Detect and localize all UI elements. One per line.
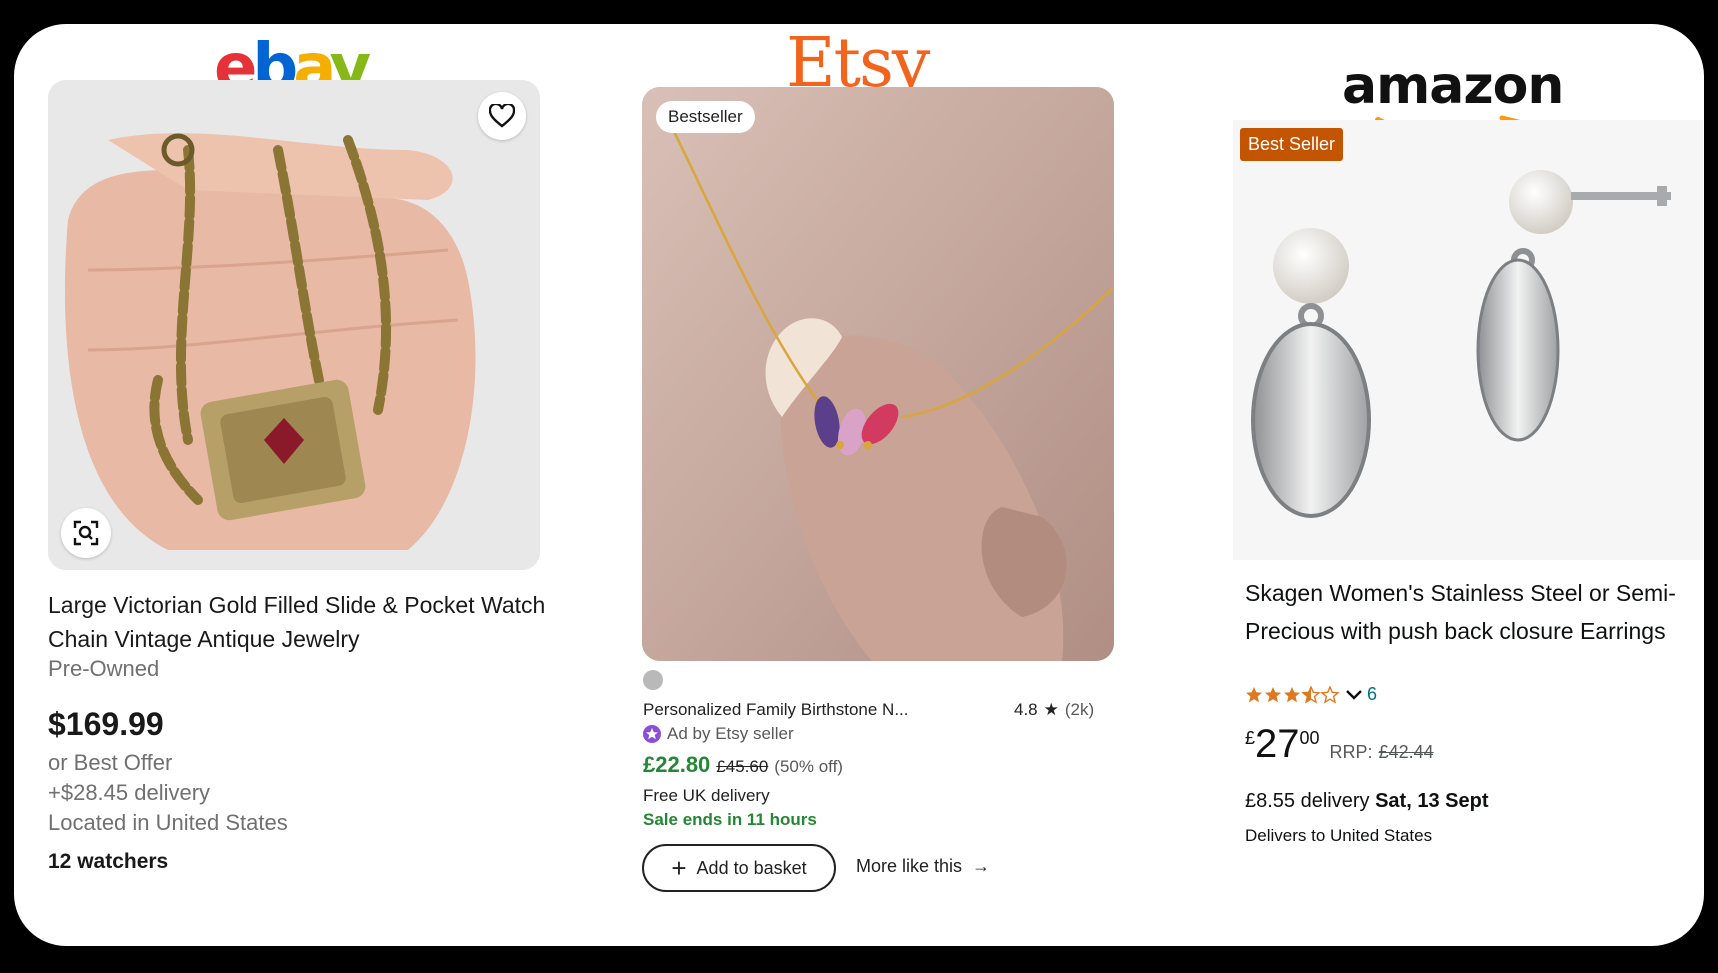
ad-label: Ad by Etsy seller — [643, 724, 794, 744]
comparison-panel: ebay Large Victorian Gold Filled Slide &… — [14, 24, 1704, 946]
visual-search-button[interactable] — [61, 508, 111, 558]
star-seller-badge-icon — [643, 725, 661, 743]
add-to-basket-button[interactable]: + Add to basket — [642, 844, 836, 892]
amazon-logo: amazon — [1342, 56, 1564, 116]
review-count[interactable]: 6 — [1367, 684, 1377, 705]
best-seller-badge: Best Seller — [1240, 128, 1344, 161]
original-price: £45.60 — [716, 757, 769, 776]
rrp-label: RRP: — [1329, 742, 1373, 762]
add-to-basket-label: Add to basket — [696, 857, 807, 878]
stars-icon — [1246, 685, 1339, 703]
plus-icon: + — [671, 853, 687, 883]
free-delivery-text: Free UK delivery — [643, 786, 770, 805]
delivery-info: £8.55 delivery Sat, 13 Sept — [1245, 790, 1488, 813]
product-image-necklace[interactable] — [642, 87, 1114, 661]
item-condition: Pre-Owned — [48, 656, 160, 681]
more-like-this-label: More like this — [856, 856, 963, 876]
visual-search-icon — [73, 520, 99, 546]
price-currency: £ — [1245, 728, 1256, 748]
shop-avatar[interactable] — [643, 670, 663, 690]
bestseller-badge: Bestseller — [656, 101, 755, 133]
delivery-cost: +$28.45 delivery — [48, 780, 211, 805]
heart-icon — [489, 104, 515, 128]
product-title-link[interactable]: Personalized Family Birthstone N... — [643, 700, 909, 720]
item-price: $169.99 — [48, 706, 164, 742]
rating-value: 4.8 — [1014, 700, 1038, 719]
delivers-to-text: Delivers to United States — [1245, 826, 1433, 845]
delivery-cost: £8.55 delivery — [1245, 790, 1370, 812]
product-title-link[interactable]: Skagen Women's Stainless Steel or Semi- … — [1245, 574, 1695, 650]
price-fraction: 00 — [1299, 728, 1320, 748]
rating: 4.8 ★ (2k) — [1014, 700, 1094, 720]
item-location: Located in United States — [48, 810, 288, 835]
ad-label-text: Ad by Etsy seller — [667, 724, 794, 743]
star-icon: ★ — [1043, 700, 1059, 719]
sale-ends-text: Sale ends in 11 hours — [643, 810, 817, 829]
price-whole: 27 — [1255, 722, 1300, 766]
best-offer-text: or Best Offer — [48, 750, 173, 775]
price-row: £ 27 00 RRP: £42.44 — [1245, 722, 1434, 766]
arrow-right-icon: → — [972, 856, 991, 876]
discount-percent: (50% off) — [774, 757, 843, 776]
star-rating[interactable]: 6 — [1245, 684, 1377, 705]
watchlist-heart-button[interactable] — [478, 92, 526, 140]
rating-count: (2k) — [1064, 700, 1095, 719]
sale-price: £22.80 — [643, 752, 711, 777]
product-title-link[interactable]: Large Victorian Gold Filled Slide & Pock… — [48, 588, 548, 656]
watchers-count: 12 watchers — [48, 850, 169, 873]
product-image-watch-chain[interactable] — [48, 80, 540, 570]
delivery-date: Sat, 13 Sept — [1375, 790, 1489, 812]
price-row: £22.80 £45.60 (50% off) — [643, 752, 843, 778]
more-like-this-link[interactable]: More like this → — [856, 856, 990, 877]
chevron-down-icon[interactable] — [1345, 689, 1363, 701]
product-image-earrings[interactable] — [1233, 120, 1703, 560]
rrp-value: £42.44 — [1378, 742, 1434, 762]
